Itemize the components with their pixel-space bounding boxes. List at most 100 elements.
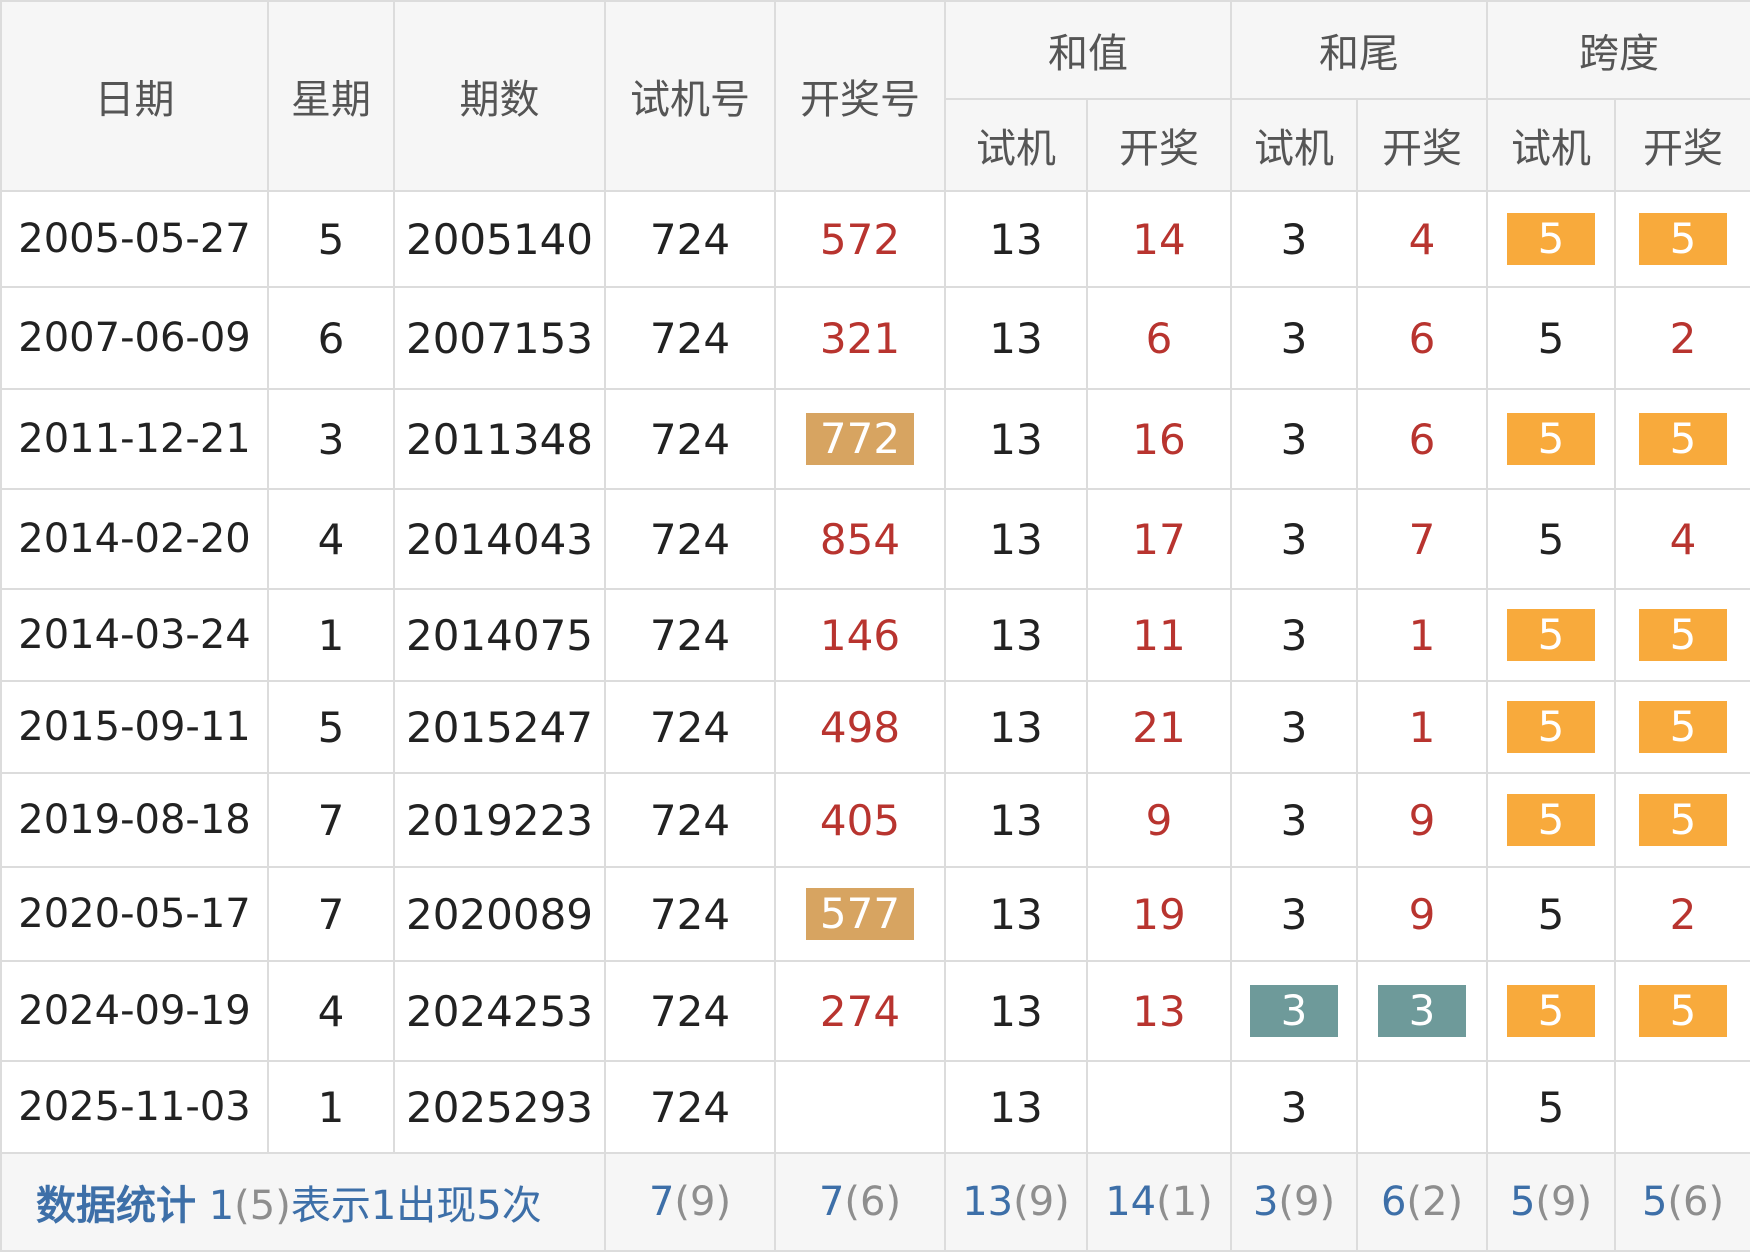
tail-draw-cell: 4: [1356, 190, 1488, 288]
tail-draw-cell: 9: [1356, 866, 1488, 962]
draw-number-cell: 772: [774, 388, 946, 490]
tail-trial-cell: 3: [1230, 588, 1358, 682]
stats-value: 6: [1380, 1179, 1407, 1225]
stats-value: 13: [962, 1179, 1014, 1225]
col-group-span: 跨度: [1486, 0, 1750, 100]
span-trial-cell: 5: [1486, 680, 1616, 774]
stats-legend-text: 表示1出现5次: [290, 1183, 542, 1229]
col-header-span-draw: 开奖: [1614, 98, 1750, 192]
match-highlight: 5: [1507, 701, 1595, 753]
trial-number-cell: 724: [604, 190, 776, 288]
span-draw-cell: 5: [1614, 388, 1750, 490]
trial-number-cell: 724: [604, 488, 776, 590]
span-trial-cell: 5: [1486, 286, 1616, 390]
span-draw-cell: 5: [1614, 772, 1750, 868]
stats-value: 5: [1509, 1179, 1536, 1225]
table-row: 2007-06-09 6 2007153 724 321 13 6 3 6 5 …: [0, 286, 1750, 390]
match-highlight: 5: [1639, 609, 1727, 661]
tail-draw-cell: 1: [1356, 680, 1488, 774]
sum-trial-cell: 13: [944, 190, 1088, 288]
tail-trial-cell: 3: [1230, 680, 1358, 774]
span-draw-cell: [1614, 1060, 1750, 1154]
date-cell: 2019-08-18: [0, 772, 269, 868]
tail-draw-cell: 1: [1356, 588, 1488, 682]
col-header-issue: 期数: [393, 0, 606, 192]
span-draw-cell: 5: [1614, 960, 1750, 1062]
date-cell: 2024-09-19: [0, 960, 269, 1062]
issue-cell: 2014043: [393, 488, 606, 590]
sum-trial-cell: 13: [944, 1060, 1088, 1154]
weekday-cell: 6: [267, 286, 395, 390]
repeat-highlight: 577: [805, 888, 915, 940]
tail-draw-cell: 6: [1356, 388, 1488, 490]
table-row: 2019-08-18 7 2019223 724 405 13 9 3 9 5 …: [0, 772, 1750, 868]
match-highlight: 5: [1507, 213, 1595, 265]
table-row: 2015-09-11 5 2015247 724 498 13 21 3 1 5…: [0, 680, 1750, 774]
span-trial-cell: 5: [1486, 866, 1616, 962]
stats-count: (9): [1013, 1179, 1070, 1225]
tail-draw-cell: 3: [1356, 960, 1488, 1062]
stats-sum-draw-cell: 14(1): [1086, 1152, 1232, 1252]
sum-draw-cell: 13: [1086, 960, 1232, 1062]
sum-draw-cell: 11: [1086, 588, 1232, 682]
draw-number-cell: 274: [774, 960, 946, 1062]
weekday-cell: 1: [267, 588, 395, 682]
table-row: 2005-05-27 5 2005140 724 572 13 14 3 4 5…: [0, 190, 1750, 288]
stats-count: (2): [1406, 1179, 1464, 1225]
match-highlight: 5: [1639, 701, 1727, 753]
match-highlight: 5: [1507, 609, 1595, 661]
table-row: 2025-11-03 1 2025293 724 13 3 5: [0, 1060, 1750, 1154]
sum-trial-cell: 13: [944, 388, 1088, 490]
stats-title: 数据统计: [36, 1183, 196, 1229]
stats-count: (9): [1278, 1179, 1336, 1225]
repeat-highlight: 772: [805, 413, 915, 465]
stats-span-trial-cell: 5(9): [1486, 1152, 1616, 1252]
trial-number-cell: 724: [604, 588, 776, 682]
sum-trial-cell: 13: [944, 286, 1088, 390]
sum-draw-cell: 16: [1086, 388, 1232, 490]
stats-legend-number: 1: [208, 1183, 235, 1229]
date-cell: 2011-12-21: [0, 388, 269, 490]
trial-number-cell: 724: [604, 1060, 776, 1154]
sum-draw-cell: 17: [1086, 488, 1232, 590]
trial-number-cell: 724: [604, 772, 776, 868]
span-trial-cell: 5: [1486, 960, 1616, 1062]
sum-trial-cell: 13: [944, 588, 1088, 682]
issue-cell: 2014075: [393, 588, 606, 682]
stats-sum-trial-cell: 13(9): [944, 1152, 1088, 1252]
lottery-results-table: 日期 星期 期数 试机号 开奖号 和值 和尾 跨度 试机 开奖 试机 开奖 试机…: [0, 0, 1750, 1252]
stats-draw-cell: 7(6): [774, 1152, 946, 1252]
issue-cell: 2015247: [393, 680, 606, 774]
match-highlight: 5: [1639, 794, 1727, 846]
stats-count: (6): [844, 1179, 902, 1225]
sum-draw-cell: 14: [1086, 190, 1232, 288]
date-cell: 2014-02-20: [0, 488, 269, 590]
draw-number-cell: 405: [774, 772, 946, 868]
tail-trial-cell: 3: [1230, 1060, 1358, 1154]
match-highlight: 5: [1639, 985, 1727, 1037]
span-trial-cell: 5: [1486, 388, 1616, 490]
tail-draw-cell: 9: [1356, 772, 1488, 868]
span-draw-cell: 5: [1614, 190, 1750, 288]
stats-trial-cell: 7(9): [604, 1152, 776, 1252]
weekday-cell: 7: [267, 866, 395, 962]
table-row: 2024-09-19 4 2024253 724 274 13 13 3 3 5…: [0, 960, 1750, 1062]
span-draw-cell: 2: [1614, 286, 1750, 390]
stats-tail-draw-cell: 6(2): [1356, 1152, 1488, 1252]
tail-trial-cell: 3: [1230, 190, 1358, 288]
sum-draw-cell: 19: [1086, 866, 1232, 962]
date-cell: 2014-03-24: [0, 588, 269, 682]
draw-number-cell: 498: [774, 680, 946, 774]
stats-count: (6): [1667, 1179, 1725, 1225]
match-highlight: 5: [1507, 413, 1595, 465]
trial-number-cell: 724: [604, 388, 776, 490]
span-trial-cell: 5: [1486, 488, 1616, 590]
col-header-tail-trial: 试机: [1230, 98, 1358, 192]
issue-cell: 2024253: [393, 960, 606, 1062]
draw-number-cell: [774, 1060, 946, 1154]
issue-cell: 2025293: [393, 1060, 606, 1154]
tail-draw-cell: 6: [1356, 286, 1488, 390]
sum-trial-cell: 13: [944, 866, 1088, 962]
table-row: 2014-03-24 1 2014075 724 146 13 11 3 1 5…: [0, 588, 1750, 682]
trial-number-cell: 724: [604, 680, 776, 774]
